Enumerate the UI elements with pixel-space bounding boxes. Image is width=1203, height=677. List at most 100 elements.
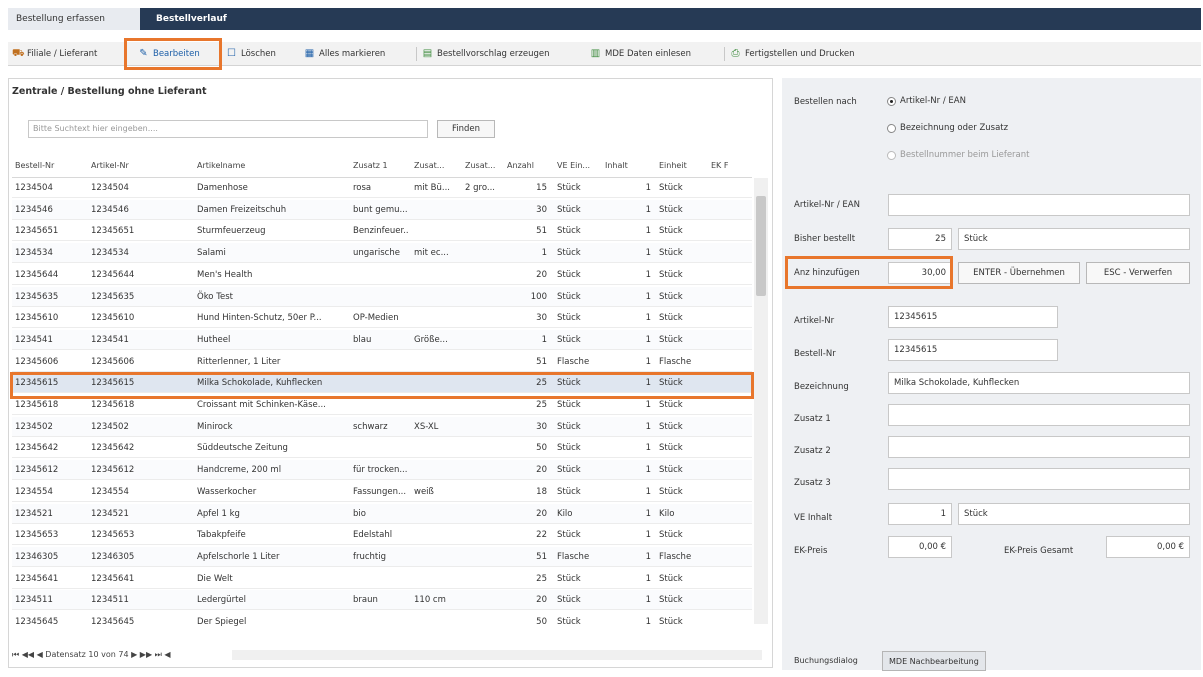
esc-verwerfen-button[interactable]: ESC - Verwerfen — [1086, 262, 1190, 284]
table-cell — [462, 612, 502, 629]
enter-uebernehmen-button[interactable]: ENTER - Übernehmen — [958, 262, 1080, 284]
column-header[interactable]: Artikelname — [194, 154, 348, 178]
bestellvorschlag-button[interactable]: ▤ Bestellvorschlag erzeugen — [422, 46, 550, 62]
tab-bestellverlauf[interactable]: Bestellverlauf — [148, 8, 235, 30]
table-row[interactable]: 1234511 1234511 Ledergürtel braun 110 cm 20 St… — [12, 590, 752, 611]
table-cell: 1234511 — [91, 595, 129, 606]
table-cell: 1 — [645, 617, 651, 627]
table-row[interactable]: 12345651 12345651 Sturmfeuerzeug Benzinfeue… — [12, 221, 752, 242]
column-header[interactable]: Zusat... — [462, 154, 502, 178]
zusatz3-label: Zusatz 3 — [794, 478, 831, 488]
table-row[interactable]: 12345635 12345635 Öko Test 100 Stück 1 Stück — [12, 286, 752, 307]
table-cell: 12345610 — [91, 313, 135, 324]
artikel-nr-field: 12345615 — [888, 306, 1058, 328]
table-cell — [411, 547, 460, 567]
table-cell: Ritterlenner, 1 Liter — [197, 356, 281, 367]
find-button[interactable]: Finden — [437, 120, 495, 138]
bearbeiten-highlight — [124, 38, 222, 70]
table-cell: 110 cm — [414, 595, 446, 606]
table-row[interactable]: 12345644 12345644 Men's Health 20 Stück 1 Stüc… — [12, 265, 752, 285]
table-cell — [462, 308, 502, 328]
table-cell — [411, 352, 460, 372]
column-header[interactable]: Bestell-Nr — [12, 154, 86, 178]
table-cell: Die Welt — [197, 573, 233, 584]
tab-bestellung-erfassen[interactable]: Bestellung erfassen — [8, 8, 140, 30]
table-row[interactable]: 1234546 1234546 Damen Freizeitschuh bunt ge… — [12, 199, 752, 220]
table-row[interactable]: 1234541 1234541 Hutheel blau Größe... 1 Stück 1… — [12, 329, 752, 350]
fertigstellen-drucken-button[interactable]: ⎙ Fertigstellen und Drucken — [730, 46, 855, 62]
table-cell: Stück — [557, 183, 581, 193]
table-row[interactable]: 1234554 1234554 Wasserkocher Fassungen... we… — [12, 482, 752, 502]
table-row[interactable]: 1234502 1234502 Minirock schwarz XS-XL 30 Stüc… — [12, 416, 752, 437]
table-cell: 1234511 — [15, 595, 53, 606]
table-cell: 1 — [645, 573, 651, 584]
table-cell — [350, 612, 409, 629]
table-cell: Stück — [557, 465, 581, 476]
scrollbar-thumb[interactable] — [756, 196, 766, 296]
mde-daten-button[interactable]: ▥ MDE Daten einlesen — [590, 46, 691, 62]
table-cell: Stück — [659, 443, 683, 454]
table-cell — [411, 200, 460, 220]
table-row[interactable]: 12345642 12345642 Süddeutsche Zeitung 50 Stü… — [12, 438, 752, 459]
table-cell: 2 gro... — [465, 183, 495, 193]
column-header[interactable]: Zusat... — [411, 154, 460, 178]
table-cell: XS-XL — [414, 421, 439, 432]
table-row[interactable]: 12345645 12345645 Der Spiegel 50 Stück 1 Stück — [12, 612, 752, 629]
table-cell — [411, 569, 460, 589]
table-row[interactable]: 1234504 1234504 Damenhose rosa mit Bü... 2 gr… — [12, 178, 752, 198]
table-row[interactable]: 12345641 12345641 Die Welt 25 Stück 1 Stück — [12, 569, 752, 589]
table-cell: Ledergürtel — [197, 595, 246, 606]
table-cell — [462, 200, 502, 220]
column-header[interactable]: VE Ein... — [554, 154, 600, 178]
table-cell: 12345651 — [15, 226, 59, 237]
column-header[interactable]: Anzahl — [504, 154, 550, 178]
column-header[interactable]: Einheit — [656, 154, 706, 178]
table-cell: ungarische — [353, 248, 400, 259]
table-cell: Stück — [557, 443, 581, 454]
column-header[interactable]: EK F — [708, 154, 752, 178]
table-cell: Flasche — [557, 356, 590, 367]
alles-markieren-button[interactable]: ▦ Alles markieren — [304, 46, 386, 62]
table-cell: 22 — [536, 530, 547, 541]
tab-buchungsdialog[interactable]: Buchungsdialog — [788, 651, 864, 671]
table-cell — [411, 438, 460, 458]
search-input[interactable]: Bitte Suchtext hier eingeben.... — [28, 120, 428, 138]
table-cell: Tabakpfeife — [197, 530, 246, 541]
table-row[interactable]: 12345610 12345610 Hund Hinten-Schutz, 50er… — [12, 308, 752, 329]
zusatz1-label: Zusatz 1 — [794, 414, 831, 424]
anz-highlight — [785, 256, 953, 289]
table-cell: Der Spiegel — [197, 617, 247, 627]
artikel-ean-input[interactable] — [888, 194, 1190, 216]
table-cell: 1 — [645, 291, 651, 302]
table-cell: 1234521 — [91, 508, 129, 519]
table-row[interactable]: 12345653 12345653 Tabakpfeife Edelstahl 22 St… — [12, 525, 752, 546]
radio-artikel-ean[interactable] — [887, 97, 896, 106]
column-header[interactable]: Inhalt — [602, 154, 654, 178]
table-row[interactable]: 1234521 1234521 Apfel 1 kg bio 20 Kilo 1 Kilo — [12, 503, 752, 524]
table-cell: 20 — [536, 508, 547, 519]
ek-preis-label: EK-Preis — [794, 546, 828, 556]
tab-mde-nachbearbeitung[interactable]: MDE Nachbearbeitung — [882, 651, 986, 671]
loeschen-button[interactable]: ☐ Löschen — [226, 46, 276, 62]
table-cell: 12345641 — [15, 573, 59, 584]
table-cell: Stück — [659, 421, 683, 432]
table-cell — [350, 569, 409, 589]
table-row[interactable]: 12346305 12346305 Apfelschorle 1 Liter fruc… — [12, 546, 752, 567]
record-navigator[interactable]: ⏮ ◀◀ ◀ Datensatz 10 von 74 ▶ ▶▶ ⏭ ◀ — [12, 650, 171, 660]
bestellen-nach-label: Bestellen nach — [794, 97, 857, 107]
table-cell — [462, 417, 502, 437]
table-row[interactable]: 1234534 1234534 Salami ungarische mit ec... 1… — [12, 243, 752, 264]
table-cell: 12345645 — [15, 617, 59, 627]
column-header[interactable]: Zusatz 1 — [350, 154, 409, 178]
table-cell: Öko Test — [197, 291, 233, 302]
table-row[interactable]: 12345606 12345606 Ritterlenner, 1 Liter 51 F… — [12, 352, 752, 372]
table-cell: 12345635 — [15, 291, 59, 302]
table-cell: 30 — [536, 313, 547, 324]
column-header[interactable]: Artikel-Nr — [88, 154, 192, 178]
filiale-lieferant-button[interactable]: ⛟ Filiale / Lieferant — [12, 46, 97, 62]
table-cell: 1 — [645, 226, 651, 237]
table-cell: 30 — [536, 421, 547, 432]
radio-bezeichnung[interactable] — [887, 124, 896, 133]
table-row[interactable]: 12345612 12345612 Handcreme, 200 ml für tro… — [12, 460, 752, 481]
horizontal-scrollbar[interactable] — [232, 650, 762, 660]
